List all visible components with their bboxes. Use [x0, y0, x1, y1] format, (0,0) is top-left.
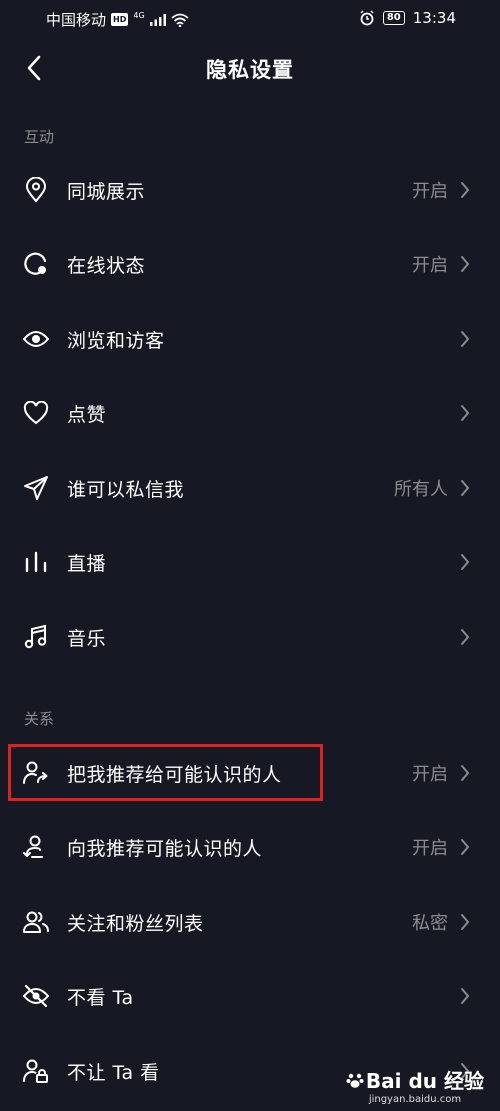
chevron-right-icon: [460, 837, 474, 857]
status-left: 中国移动 HD 4G: [46, 9, 189, 30]
page-title: 隐私设置: [206, 58, 294, 82]
row-value: 私密: [412, 913, 448, 934]
settings-row-follow-fans-list[interactable]: 关注和粉丝列表 私密: [0, 885, 500, 959]
row-label: 音乐: [67, 627, 107, 650]
row-value: 开启: [412, 764, 448, 785]
watermark-brand: Bai du 经验: [346, 1065, 484, 1094]
settings-row-nearby-display[interactable]: 同城展示 开启: [0, 153, 500, 227]
chevron-right-icon: [460, 254, 474, 274]
watermark-url: jingyan.baidu.com: [368, 1094, 462, 1105]
chevron-right-icon: [460, 552, 474, 572]
chevron-right-icon: [460, 627, 474, 647]
row-label: 直播: [67, 552, 107, 575]
network-type: 4G: [133, 11, 145, 20]
clock: 13:34: [412, 9, 456, 27]
chevron-right-icon: [460, 912, 474, 932]
chevron-right-icon: [460, 478, 474, 498]
chevron-right-icon: [460, 403, 474, 423]
row-value: 开启: [412, 181, 448, 202]
live-bars-icon: [22, 548, 50, 576]
watermark-brand-text: Bai du 经验: [365, 1069, 484, 1093]
user-lock-icon: [22, 1057, 50, 1085]
status-right: 80 13:34: [359, 9, 456, 27]
eye-off-icon: [22, 982, 50, 1010]
chevron-right-icon: [460, 329, 474, 349]
settings-row-music[interactable]: 音乐: [0, 600, 500, 674]
chevron-right-icon: [460, 763, 474, 783]
carrier-name: 中国移动: [46, 11, 107, 29]
online-status-icon: [22, 250, 50, 278]
row-value: 开启: [412, 838, 448, 859]
highlight-box: [8, 744, 323, 801]
row-label: 关注和粉丝列表: [67, 912, 204, 935]
section-label-interaction: 互动: [24, 128, 55, 146]
settings-row-recommend-to-me[interactable]: 向我推荐可能认识的人 开启: [0, 810, 500, 884]
nav-bar: 隐私设置: [0, 40, 500, 96]
row-value: 所有人: [394, 479, 448, 500]
user-recommend-icon: [22, 833, 50, 861]
location-pin-icon: [22, 176, 50, 204]
status-bar: 中国移动 HD 4G 80 13:34: [0, 0, 500, 38]
eye-icon: [22, 325, 50, 353]
row-label: 谁可以私信我: [67, 478, 185, 501]
row-value: 开启: [412, 255, 448, 276]
music-note-icon: [22, 623, 50, 651]
alarm-icon: [360, 10, 374, 26]
settings-row-likes[interactable]: 点赞: [0, 376, 500, 450]
row-label: 在线状态: [67, 254, 146, 277]
settings-row-online-status[interactable]: 在线状态 开启: [0, 227, 500, 301]
settings-row-live[interactable]: 直播: [0, 525, 500, 599]
send-icon: [22, 474, 50, 502]
signal-icon: [149, 13, 166, 26]
section-label-relationship: 关系: [24, 710, 55, 728]
row-label: 点赞: [67, 403, 107, 426]
heart-icon: [22, 399, 50, 427]
paw-icon: [346, 1073, 364, 1088]
row-label: 同城展示: [67, 180, 146, 203]
row-label: 不看 Ta: [67, 986, 134, 1009]
settings-row-views-visitors[interactable]: 浏览和访客: [0, 302, 500, 376]
wifi-icon: [171, 13, 189, 27]
row-label: 不让 Ta 看: [67, 1061, 160, 1084]
hd-badge: HD: [111, 13, 129, 26]
battery-indicator: 80: [382, 11, 405, 25]
settings-row-direct-message[interactable]: 谁可以私信我 所有人: [0, 451, 500, 525]
chevron-right-icon: [460, 986, 474, 1006]
settings-row-dont-see-them[interactable]: 不看 Ta: [0, 959, 500, 1033]
row-label: 向我推荐可能认识的人: [67, 837, 263, 860]
row-label: 浏览和访客: [67, 329, 165, 352]
chevron-right-icon: [460, 180, 474, 200]
users-icon: [22, 908, 50, 936]
baidu-watermark: Bai du 经验 jingyan.baidu.com: [346, 1065, 484, 1105]
